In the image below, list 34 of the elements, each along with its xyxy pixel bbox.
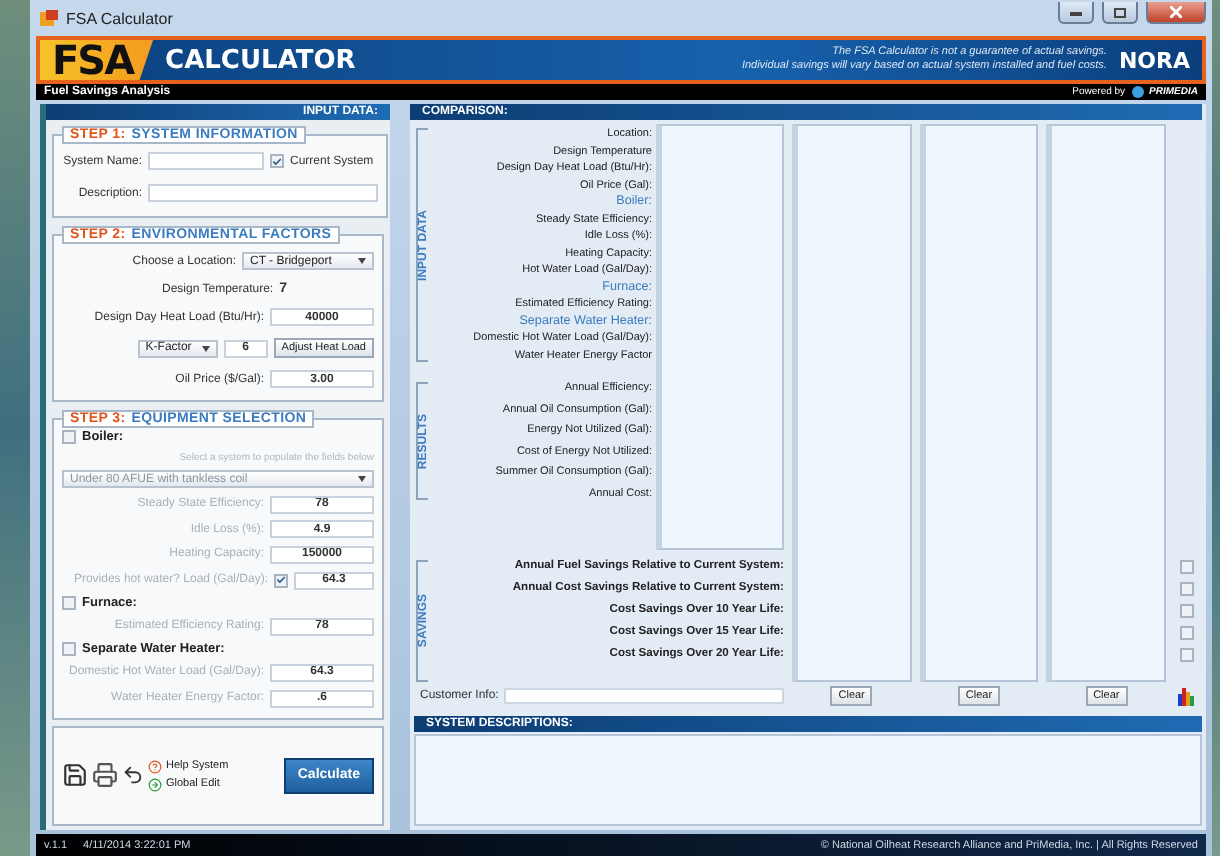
logo: FSA <box>40 40 154 80</box>
save-icon[interactable] <box>62 762 88 789</box>
close-button[interactable] <box>1146 2 1206 24</box>
minimize-icon <box>1070 9 1082 15</box>
caret-icon <box>358 258 366 264</box>
input-field[interactable] <box>504 688 784 704</box>
app-title: CALCULATOR <box>165 45 358 75</box>
arrow-right-icon <box>148 777 162 792</box>
checkbox[interactable] <box>62 642 76 657</box>
input-field[interactable] <box>148 152 264 170</box>
checkbox[interactable] <box>1179 582 1193 596</box>
caret-icon <box>201 345 210 351</box>
window-title: FSA Calculator <box>66 9 175 27</box>
checkbox[interactable] <box>270 154 284 168</box>
app-icon <box>40 9 58 27</box>
checkbox[interactable] <box>1179 626 1193 640</box>
help-icon <box>148 759 162 774</box>
partner-logo: NORA <box>1118 47 1190 73</box>
checkbox[interactable] <box>1179 648 1193 662</box>
close-icon <box>1170 6 1182 18</box>
checkbox[interactable] <box>274 573 288 588</box>
minimize-button[interactable] <box>1058 2 1094 24</box>
maximize-icon <box>1114 7 1126 17</box>
print-icon[interactable] <box>92 762 118 789</box>
checkbox[interactable] <box>62 596 76 611</box>
bar-chart-icon[interactable] <box>1177 686 1195 706</box>
globe-icon <box>1131 86 1144 98</box>
checkbox[interactable] <box>1179 560 1193 574</box>
caret-icon <box>358 476 366 483</box>
checkbox[interactable] <box>1179 604 1193 618</box>
undo-icon[interactable] <box>122 764 144 787</box>
checkbox[interactable] <box>62 430 76 444</box>
input-field[interactable] <box>148 184 378 202</box>
maximize-button[interactable] <box>1102 2 1138 24</box>
